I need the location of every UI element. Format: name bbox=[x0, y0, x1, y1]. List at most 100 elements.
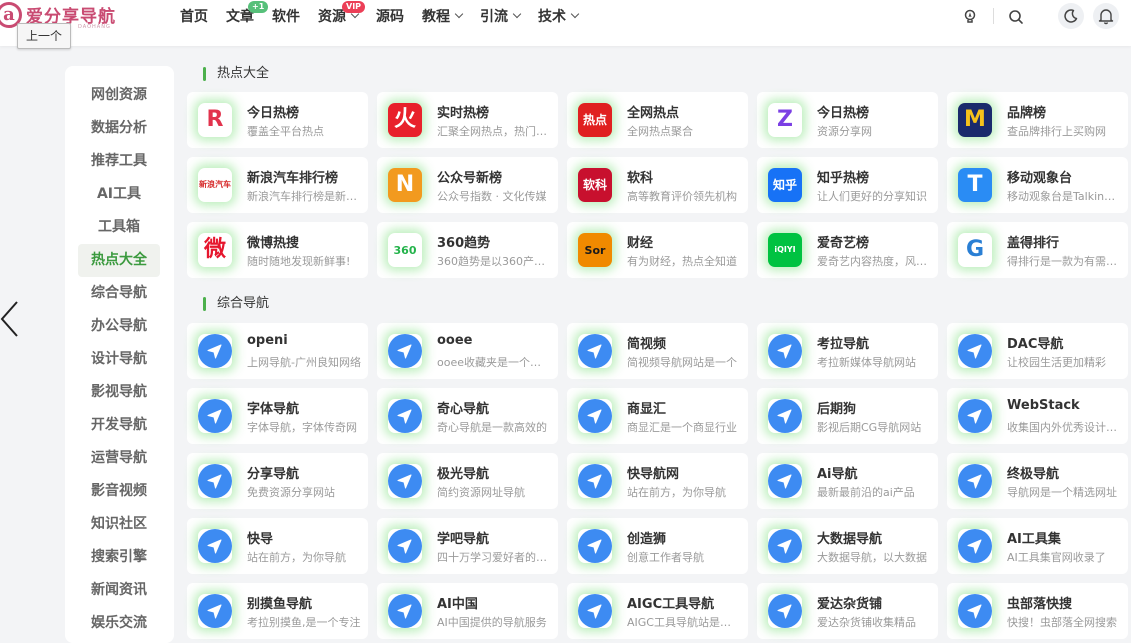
compass-icon bbox=[578, 594, 612, 628]
theme-toggle-button[interactable] bbox=[1058, 3, 1084, 29]
site-card[interactable]: Z 今日热榜 资源分享网 bbox=[757, 92, 938, 148]
site-card[interactable]: 简视频 简视频导航网站是一个 bbox=[567, 323, 748, 379]
site-card[interactable]: 学吧导航 四十万学习爱好者的选择 bbox=[377, 518, 558, 574]
site-card[interactable]: AIGC工具导航 AIGC工具导航站是一个 bbox=[567, 583, 748, 639]
sidebar-item[interactable]: 工具箱 bbox=[78, 211, 160, 244]
sidebar-item[interactable]: 数据分析 bbox=[78, 112, 160, 145]
site-description: 考拉新媒体导航网站 bbox=[817, 356, 916, 369]
site-description: AIGC工具导航站是一个 bbox=[627, 616, 741, 629]
sidebar-item[interactable]: 设计导航 bbox=[78, 343, 160, 376]
sidebar-item[interactable]: 新闻资讯 bbox=[78, 574, 160, 607]
site-card[interactable]: 考拉导航 考拉新媒体导航网站 bbox=[757, 323, 938, 379]
compass-icon bbox=[388, 334, 422, 368]
site-card[interactable]: N 公众号新榜 公众号指数 · 文化传媒 bbox=[377, 157, 558, 213]
compass-icon bbox=[578, 464, 612, 498]
site-card[interactable]: 后期狗 影视后期CG导航网站 bbox=[757, 388, 938, 444]
site-name: 实时热榜 bbox=[437, 106, 490, 121]
nav-item[interactable]: 资源 VIP bbox=[318, 0, 366, 32]
previous-arrow-icon[interactable] bbox=[0, 300, 20, 338]
site-description: 大数据导航，以大数据 bbox=[817, 551, 927, 564]
nav-item[interactable]: 首页 bbox=[180, 0, 208, 32]
site-card[interactable]: 大数据导航 大数据导航，以大数据 bbox=[757, 518, 938, 574]
site-card[interactable]: 快导航网 站在前方，为你导航 bbox=[567, 453, 748, 509]
icon-glyph: G bbox=[965, 237, 985, 262]
site-card[interactable]: M 品牌榜 查品牌排行上买购网 bbox=[947, 92, 1128, 148]
site-card[interactable]: ooee ooee收藏夹是一个好用的 bbox=[377, 323, 558, 379]
sidebar-item[interactable]: 办公导航 bbox=[78, 310, 160, 343]
sidebar-item[interactable]: 推荐工具 bbox=[78, 145, 160, 178]
sidebar-item[interactable]: 影视导航 bbox=[78, 376, 160, 409]
nav-item-label: 技术 bbox=[538, 9, 566, 25]
nav-item[interactable]: 源码 bbox=[376, 0, 404, 32]
icon-glyph: 热点 bbox=[582, 113, 607, 127]
site-name: 移动观象台 bbox=[1007, 171, 1073, 186]
site-name: 财经 bbox=[627, 236, 654, 251]
site-card[interactable]: 虫部落快搜 快搜！虫部落全网搜索 bbox=[947, 583, 1128, 639]
compass-icon bbox=[958, 529, 992, 563]
lightbulb-icon[interactable] bbox=[959, 6, 981, 28]
shanghairanking-icon: 软科 bbox=[578, 168, 612, 202]
nav-badge: +1 bbox=[248, 1, 269, 13]
site-name: 今日热榜 bbox=[247, 106, 300, 121]
site-card[interactable]: R 今日热榜 覆盖全平台热点 bbox=[187, 92, 368, 148]
sidebar-item[interactable]: AI工具 bbox=[78, 178, 160, 211]
nav-item[interactable]: 文章 +1 bbox=[226, 0, 269, 32]
notifications-button[interactable] bbox=[1093, 3, 1119, 29]
site-card[interactable]: 分享导航 免费资源分享网站 bbox=[187, 453, 368, 509]
site-card[interactable]: 商显汇 商显汇是一个商显行业 bbox=[567, 388, 748, 444]
zhihu-icon: 知乎 bbox=[768, 168, 802, 202]
bell-icon bbox=[1098, 9, 1114, 25]
site-card[interactable]: 别摸鱼导航 考拉别摸鱼,是一个专注 bbox=[187, 583, 368, 639]
sidebar-item[interactable]: 开发导航 bbox=[78, 409, 160, 442]
site-card[interactable]: AI工具集 AI工具集官网收录了 bbox=[947, 518, 1128, 574]
sidebar-item[interactable]: 运营导航 bbox=[78, 442, 160, 475]
site-card[interactable]: 新浪汽车 新浪汽车排行榜新浪汽车排行榜是新浪汽车 bbox=[187, 157, 368, 213]
site-description: 站在前方，为你导航 bbox=[247, 551, 346, 564]
site-card[interactable]: AI中国 AI中国提供的导航服务 bbox=[377, 583, 558, 639]
sidebar-item[interactable]: 娱乐交流 bbox=[78, 607, 160, 640]
site-card[interactable]: 火 实时热榜 汇聚全网热点，热门头条 bbox=[377, 92, 558, 148]
nav-item[interactable]: 引流 bbox=[480, 0, 522, 32]
site-name: ooee bbox=[437, 333, 473, 348]
site-card[interactable]: 知乎 知乎热榜 让人们更好的分享知识 bbox=[757, 157, 938, 213]
site-card[interactable]: 快导 站在前方，为你导航 bbox=[187, 518, 368, 574]
site-card[interactable]: 终极导航 导航网是一个精选网址 bbox=[947, 453, 1128, 509]
sidebar-item[interactable]: 知识社区 bbox=[78, 508, 160, 541]
site-card[interactable]: DAC导航 让校园生活更加精彩 bbox=[947, 323, 1128, 379]
site-card[interactable]: G 盖得排行 得排行是一款为有需要的 bbox=[947, 222, 1128, 278]
search-icon[interactable] bbox=[1005, 6, 1027, 28]
icon-glyph: 360 bbox=[393, 243, 417, 257]
site-description: 奇心导航是一款高效的 bbox=[437, 421, 547, 434]
site-card[interactable]: Sor 财经 有为财经，热点全知道 bbox=[567, 222, 748, 278]
site-card[interactable]: 极光导航 简约资源网址导航 bbox=[377, 453, 558, 509]
sidebar-item[interactable]: 网创资源 bbox=[78, 79, 160, 112]
site-card[interactable]: 爱达杂货铺 爱达杂货铺收集精品 bbox=[757, 583, 938, 639]
compass-icon bbox=[578, 399, 612, 433]
nav-item[interactable]: 软件 bbox=[272, 0, 300, 32]
site-name: 别摸鱼导航 bbox=[247, 597, 313, 612]
site-card[interactable]: 360 360趋势 360趋势是以360产品数据 bbox=[377, 222, 558, 278]
site-card[interactable]: 创造狮 创意工作者导航 bbox=[567, 518, 748, 574]
360-icon: 360 bbox=[388, 233, 422, 267]
site-card[interactable]: 热点 全网热点 全网热点聚合 bbox=[567, 92, 748, 148]
site-card[interactable]: 奇心导航 奇心导航是一款高效的 bbox=[377, 388, 558, 444]
site-description: 简视频导航网站是一个 bbox=[627, 356, 737, 369]
site-card[interactable]: 字体导航 字体导航，字体传奇网 bbox=[187, 388, 368, 444]
sidebar-item[interactable]: 影音视频 bbox=[78, 475, 160, 508]
nav-item[interactable]: 技术 bbox=[538, 0, 580, 32]
site-description: 导航网是一个精选网址 bbox=[1007, 486, 1117, 499]
site-card[interactable]: iQIYI 爱奇艺榜 爱奇艺内容热度，风云榜 bbox=[757, 222, 938, 278]
compass-icon bbox=[198, 529, 232, 563]
nav-item[interactable]: 教程 bbox=[422, 0, 464, 32]
site-card[interactable]: Ai导航 最新最前沿的ai产品 bbox=[757, 453, 938, 509]
sidebar-item[interactable]: 综合导航 bbox=[78, 277, 160, 310]
site-name: 全网热点 bbox=[627, 106, 680, 121]
site-card[interactable]: T 移动观象台移动观象台是TalkingData bbox=[947, 157, 1128, 213]
site-card[interactable]: openi 上网导航-广州良知网络 bbox=[187, 323, 368, 379]
site-card[interactable]: 微 微博热搜 随时随地发现新鲜事! bbox=[187, 222, 368, 278]
sidebar-item[interactable]: 搜索引擎 bbox=[78, 541, 160, 574]
site-card[interactable]: 软科 软科 高等教育评价领先机构 bbox=[567, 157, 748, 213]
sidebar-item[interactable]: 热点大全 bbox=[78, 244, 160, 277]
chevron-down-icon bbox=[454, 9, 464, 19]
site-card[interactable]: WebStack 收集国内外优秀设计网站 bbox=[947, 388, 1128, 444]
